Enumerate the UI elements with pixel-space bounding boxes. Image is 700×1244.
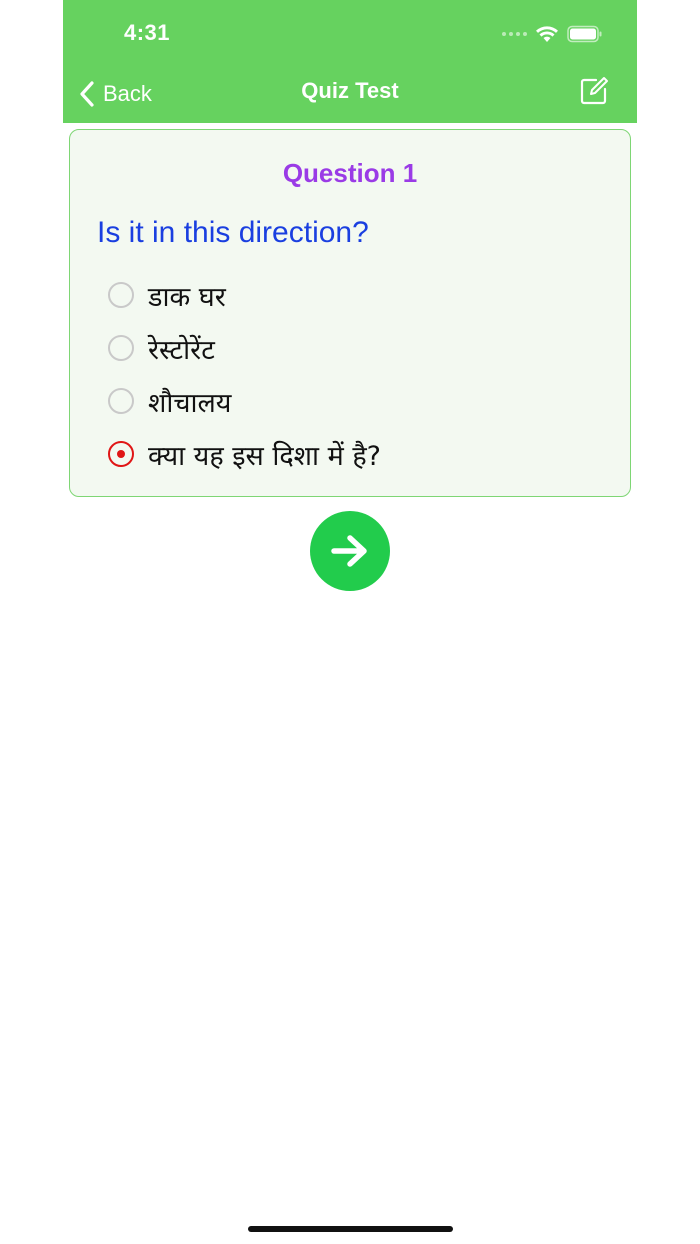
- header-bar: 4:31 Back Quiz Test: [63, 0, 637, 123]
- arrow-right-icon: [331, 535, 367, 567]
- radio-button-unselected[interactable]: [108, 282, 134, 308]
- wifi-icon: [536, 26, 558, 42]
- home-indicator: [248, 1226, 453, 1232]
- status-time: 4:31: [124, 20, 171, 45]
- question-card: Question 1 Is it in this direction? डाक …: [69, 129, 631, 497]
- option-label: क्या यह इस दिशा में है?: [148, 440, 382, 472]
- question-number: Question 1: [282, 158, 418, 188]
- radio-button-unselected[interactable]: [108, 388, 134, 414]
- battery-icon: [567, 25, 602, 43]
- option-4[interactable]: क्या यह इस दिशा में है?: [108, 434, 381, 474]
- option-1[interactable]: डाक घर: [108, 275, 226, 315]
- option-label: डाक घर: [148, 281, 226, 313]
- question-text: Is it in this direction?: [97, 216, 369, 249]
- radio-button-unselected[interactable]: [108, 335, 134, 361]
- option-2[interactable]: रेस्टोरेंट: [108, 328, 215, 368]
- cellular-signal-icon: [502, 32, 527, 36]
- page-title: Quiz Test: [301, 78, 399, 103]
- status-icons: [502, 22, 603, 46]
- compose-icon: [580, 77, 608, 105]
- radio-button-selected[interactable]: [108, 441, 134, 467]
- quiz-screen: 4:31 Back Quiz Test Question 1 Is it in …: [63, 0, 637, 1244]
- edit-button[interactable]: [579, 76, 609, 111]
- next-button[interactable]: [310, 511, 390, 591]
- option-label: शौचालय: [148, 387, 232, 419]
- option-3[interactable]: शौचालय: [108, 381, 231, 421]
- option-label: रेस्टोरेंट: [148, 334, 215, 366]
